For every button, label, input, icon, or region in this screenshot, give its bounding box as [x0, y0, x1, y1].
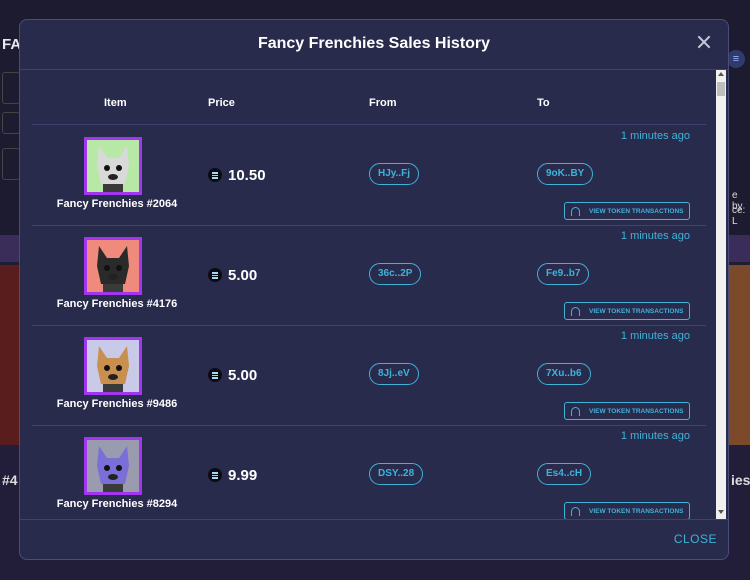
price: 9.99	[208, 466, 257, 484]
view-token-transactions-button[interactable]: VIEW TOKEN TRANSACTIONS	[564, 302, 690, 320]
to-address-pill[interactable]: Es4..cH	[537, 463, 592, 485]
view-token-transactions-button[interactable]: VIEW TOKEN TRANSACTIONS	[564, 402, 690, 420]
sale-time: 1 minutes ago	[620, 130, 690, 142]
item-name[interactable]: Fancy Frenchies #9486	[32, 398, 202, 410]
background-text: #4	[2, 472, 18, 488]
item-name[interactable]: Fancy Frenchies #8294	[32, 498, 202, 510]
modal-footer: CLOSE	[20, 519, 728, 559]
close-icon[interactable]	[694, 32, 714, 52]
fingerprint-icon	[571, 506, 580, 516]
nft-thumbnail[interactable]	[84, 337, 142, 395]
french-bulldog-image	[87, 440, 139, 492]
column-header-item: Item	[104, 97, 127, 109]
french-bulldog-image	[87, 340, 139, 392]
solana-icon	[208, 468, 222, 482]
modal-title: Fancy Frenchies Sales History	[257, 35, 491, 52]
column-header-price: Price	[208, 97, 235, 109]
fingerprint-icon	[571, 206, 580, 216]
modal-header: Fancy Frenchies Sales History	[20, 20, 728, 70]
item-name[interactable]: Fancy Frenchies #2064	[32, 198, 202, 210]
scroll-down-arrow-icon[interactable]	[718, 510, 724, 514]
price-value: 5.00	[228, 366, 258, 384]
modal-body: Item Price From To Fancy Frenchies #2064…	[20, 70, 728, 519]
scroll-thumb[interactable]	[717, 82, 725, 96]
background-control	[2, 148, 20, 180]
item-name[interactable]: Fancy Frenchies #4176	[32, 298, 202, 310]
price: 5.00	[208, 366, 257, 384]
background-control	[2, 112, 20, 134]
view-token-transactions-label: VIEW TOKEN TRANSACTIONS	[589, 507, 684, 515]
background-text: ce: L	[732, 205, 746, 227]
to-address-pill[interactable]: 7Xu..b6	[537, 363, 591, 385]
background-card	[728, 265, 750, 445]
view-token-transactions-label: VIEW TOKEN TRANSACTIONS	[589, 307, 684, 315]
french-bulldog-image	[87, 240, 139, 292]
from-address-pill[interactable]: 36c..2P	[369, 263, 422, 285]
from-address-pill[interactable]: 8Jj..eV	[369, 363, 419, 385]
price-value: 5.00	[228, 266, 258, 284]
price-value: 10.50	[228, 166, 266, 184]
price: 10.50	[208, 166, 266, 184]
solana-icon	[208, 168, 222, 182]
from-address-pill[interactable]: HJy..Fj	[369, 163, 420, 185]
background-menu-icon: ≡	[727, 50, 745, 68]
column-header-from: From	[369, 97, 397, 109]
table-row: Fancy Frenchies #4176 5.00 36c..2P Fe9..…	[32, 225, 706, 326]
to-address-pill[interactable]: 9oK..BY	[537, 163, 594, 185]
sales-history-modal: Fancy Frenchies Sales History Item Price…	[19, 19, 729, 560]
fingerprint-icon	[571, 306, 580, 316]
solana-icon	[208, 268, 222, 282]
price-value: 9.99	[228, 466, 258, 484]
price: 5.00	[208, 266, 257, 284]
sale-time: 1 minutes ago	[620, 330, 690, 342]
sale-time: 1 minutes ago	[620, 430, 690, 442]
scroll-up-arrow-icon[interactable]	[718, 72, 724, 76]
background-text: ies	[731, 472, 750, 488]
sale-time: 1 minutes ago	[620, 230, 690, 242]
scrollbar[interactable]	[716, 70, 726, 519]
column-header-to: To	[537, 97, 550, 109]
close-button[interactable]: CLOSE	[674, 532, 717, 546]
table-header: Item Price From To	[32, 70, 706, 125]
view-token-transactions-label: VIEW TOKEN TRANSACTIONS	[589, 207, 684, 215]
from-address-pill[interactable]: DSY..28	[369, 463, 424, 485]
to-address-pill[interactable]: Fe9..b7	[537, 263, 590, 285]
nft-thumbnail[interactable]	[84, 237, 142, 295]
background-control	[2, 72, 20, 104]
view-token-transactions-button[interactable]: VIEW TOKEN TRANSACTIONS	[564, 502, 690, 519]
french-bulldog-image	[87, 140, 139, 192]
fingerprint-icon	[571, 406, 580, 416]
view-token-transactions-button[interactable]: VIEW TOKEN TRANSACTIONS	[564, 202, 690, 220]
nft-thumbnail[interactable]	[84, 437, 142, 495]
solana-icon	[208, 368, 222, 382]
table-row: Fancy Frenchies #2064 10.50 HJy..Fj 9oK.…	[32, 125, 706, 226]
table-row: Fancy Frenchies #9486 5.00 8Jj..eV 7Xu..…	[32, 325, 706, 426]
table-row: Fancy Frenchies #8294 9.99 DSY..28 Es4..…	[32, 425, 706, 519]
nft-thumbnail[interactable]	[84, 137, 142, 195]
view-token-transactions-label: VIEW TOKEN TRANSACTIONS	[589, 407, 684, 415]
